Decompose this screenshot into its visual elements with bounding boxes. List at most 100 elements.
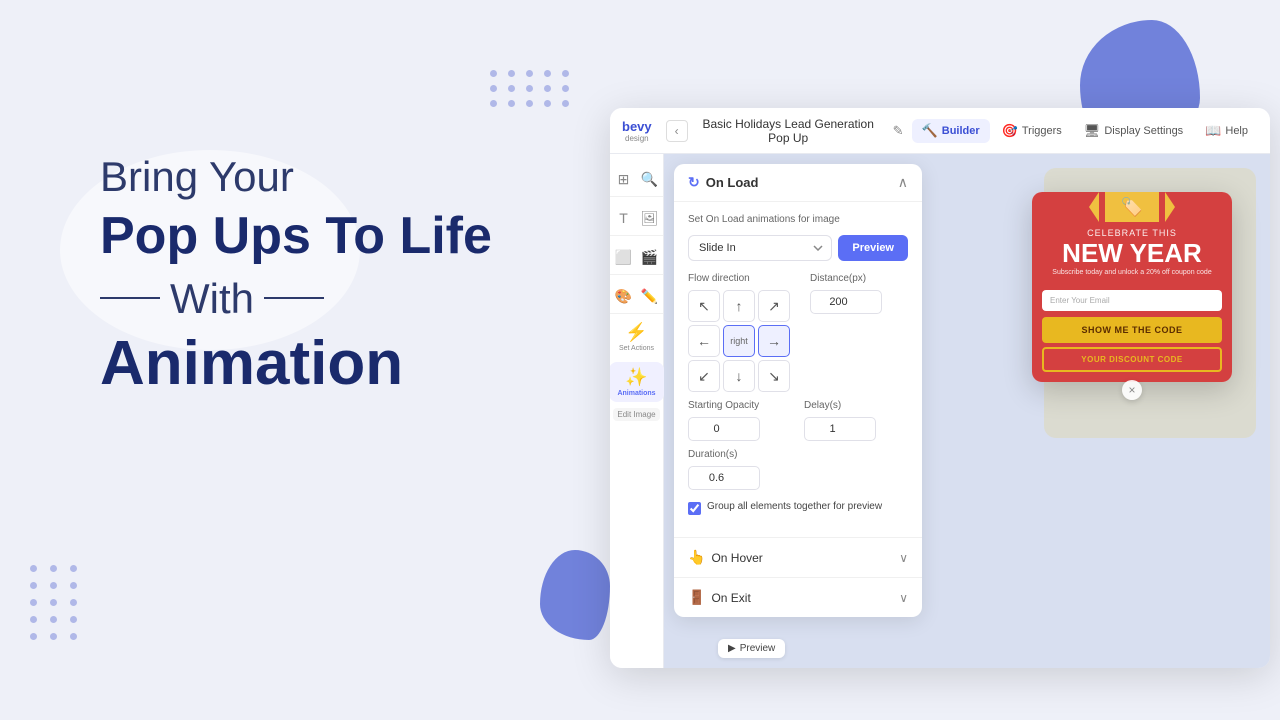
logo: bevy design [622, 119, 652, 143]
dir-down-left-button[interactable]: ↙ [688, 360, 720, 392]
dir-right-button[interactable]: → [758, 325, 790, 357]
set-actions-button[interactable]: ⚡ Set Actions [613, 318, 660, 356]
tool-shapes[interactable]: ⬜ [613, 246, 635, 268]
on-hover-title: 👆 On Hover [688, 549, 763, 566]
hero-line1: Bring Your [100, 150, 492, 205]
group-elements-checkbox[interactable] [688, 502, 701, 515]
top-bar: bevy design ‹ Basic Holidays Lead Genera… [610, 108, 1270, 154]
on-hover-section[interactable]: 👆 On Hover ∨ [674, 537, 922, 577]
tool-image[interactable]: 🖼 [639, 207, 661, 229]
tool-group-4: 🎨 ✏️ [610, 279, 663, 314]
delay-input[interactable] [804, 417, 876, 441]
tool-draw[interactable]: ✏️ [639, 285, 661, 307]
discount-code-button[interactable]: YOUR DISCOUNT CODE [1042, 347, 1222, 372]
tab-help-label: Help [1225, 125, 1248, 137]
new-year-text: NEW YEAR [1032, 240, 1232, 266]
animation-type-select[interactable]: Slide In [688, 235, 832, 261]
dir-right-label[interactable]: right [723, 325, 755, 357]
animations-icon: ✨ [625, 367, 647, 388]
opacity-delay-row: Starting Opacity Delay(s) [688, 400, 908, 441]
hero-line4: Animation [100, 330, 492, 398]
on-hover-chevron-icon: ∨ [899, 551, 908, 565]
tab-display-settings[interactable]: 🖥 Display Settings [1074, 119, 1193, 143]
show-code-button[interactable]: SHOW ME THE CODE [1042, 317, 1222, 343]
subscribe-text: Subscribe today and unlock a 20% off cou… [1032, 268, 1232, 284]
on-exit-chevron-icon: ∨ [899, 591, 908, 605]
with-line-decoration-2 [264, 297, 324, 299]
popup-close-button[interactable]: × [1122, 380, 1142, 400]
collapse-panel-button[interactable]: ∧ [898, 174, 908, 191]
refresh-icon: ↻ [688, 174, 700, 191]
animations-button[interactable]: ✨ Animations [610, 362, 664, 402]
flow-direction-col: Flow direction ↖ ↑ ↗ ← right → ↙ ↓ ↘ [688, 273, 790, 392]
on-exit-section[interactable]: 🚪 On Exit ∨ [674, 577, 922, 617]
ribbon-left-triangle [1089, 192, 1099, 222]
builder-window: bevy design ‹ Basic Holidays Lead Genera… [610, 108, 1270, 668]
preview-play-icon: ▶ [728, 643, 736, 654]
duration-row: Duration(s) [688, 449, 908, 490]
duration-input[interactable] [688, 466, 760, 490]
email-input-field[interactable]: Enter Your Email [1042, 290, 1222, 311]
page-title: Basic Holidays Lead Generation Pop Up [696, 117, 881, 145]
starting-opacity-input[interactable] [688, 417, 760, 441]
edit-title-icon[interactable]: ✎ [893, 123, 904, 139]
edit-image-label: Edit Image [617, 410, 655, 419]
celebrate-text: CELEBRATE THIS [1032, 228, 1232, 238]
tool-group-3: ⬜ 🎬 [610, 240, 663, 275]
dir-down-right-button[interactable]: ↘ [758, 360, 790, 392]
edit-image-button[interactable]: Edit Image [613, 408, 659, 421]
sidebar: ⊞ 🔍 T 🖼 ⬜ 🎬 🎨 ✏️ [610, 154, 664, 668]
hero-line2: Pop Ups To Life [100, 205, 492, 267]
top-tabs: 🔨 Builder 🎯 Triggers 🖥 Display Settings … [912, 119, 1258, 143]
main-area: ⊞ 🔍 T 🖼 ⬜ 🎬 🎨 ✏️ [610, 154, 1270, 668]
popup-preview: 🏷️ CELEBRATE THIS NEW YEAR Subscribe tod… [1032, 192, 1232, 382]
nav-back-button[interactable]: ‹ [666, 120, 688, 142]
dir-down-button[interactable]: ↓ [723, 360, 755, 392]
on-hover-label: On Hover [711, 551, 762, 565]
flow-direction-grid: ↖ ↑ ↗ ← right → ↙ ↓ ↘ [688, 290, 790, 392]
flow-direction-label: Flow direction [688, 273, 790, 284]
display-settings-tab-icon: 🖥 [1084, 123, 1101, 139]
on-exit-label: On Exit [711, 591, 750, 605]
logo-text: bevy [622, 119, 652, 134]
hero-line3: With [100, 267, 492, 330]
duration-label: Duration(s) [688, 449, 908, 460]
animation-panel-body: Set On Load animations for image Slide I… [674, 202, 922, 537]
tool-group-1: ⊞ 🔍 [610, 162, 663, 197]
triggers-tab-icon: 🎯 [1002, 123, 1018, 139]
group-elements-row: Group all elements together for preview [688, 500, 908, 515]
on-load-title: On Load [706, 175, 759, 190]
distance-input[interactable] [810, 290, 882, 314]
dir-left-button[interactable]: ← [688, 325, 720, 357]
dir-up-left-button[interactable]: ↖ [688, 290, 720, 322]
tool-layout[interactable]: ⊞ [613, 168, 635, 190]
dir-up-right-button[interactable]: ↗ [758, 290, 790, 322]
tab-builder[interactable]: 🔨 Builder [912, 119, 990, 143]
tool-text[interactable]: T [613, 207, 635, 229]
distance-col: Distance(px) [810, 273, 908, 392]
preview-label: Preview [740, 643, 776, 654]
tool-color[interactable]: 🎨 [613, 285, 635, 307]
flow-distance-row: Flow direction ↖ ↑ ↗ ← right → ↙ ↓ ↘ [688, 273, 908, 392]
tool-video[interactable]: 🎬 [639, 246, 661, 268]
popup-inner: 🏷️ CELEBRATE THIS NEW YEAR Subscribe tod… [1032, 192, 1232, 382]
animations-label: Animations [617, 390, 655, 397]
popup-ribbon: 🏷️ [1032, 192, 1232, 222]
on-hover-icon: 👆 [688, 549, 705, 566]
preview-animation-button[interactable]: Preview [838, 235, 908, 261]
set-actions-icon: ⚡ [625, 322, 647, 343]
preview-button[interactable]: ▶ Preview [718, 639, 785, 658]
starting-opacity-label: Starting Opacity [688, 400, 792, 411]
builder-tab-icon: 🔨 [922, 123, 938, 139]
ribbon-center: 🏷️ [1105, 192, 1159, 222]
canvas-area: ↻ On Load ∧ Set On Load animations for i… [664, 154, 1270, 668]
delay-label: Delay(s) [804, 400, 908, 411]
tab-help[interactable]: 📖 Help [1195, 119, 1258, 143]
set-actions-label: Set Actions [619, 345, 654, 352]
tool-search[interactable]: 🔍 [639, 168, 661, 190]
tab-builder-label: Builder [942, 125, 980, 137]
dir-up-button[interactable]: ↑ [723, 290, 755, 322]
animation-panel-header: ↻ On Load ∧ [674, 164, 922, 202]
bg-dots-top [490, 70, 572, 107]
tab-triggers[interactable]: 🎯 Triggers [992, 119, 1072, 143]
